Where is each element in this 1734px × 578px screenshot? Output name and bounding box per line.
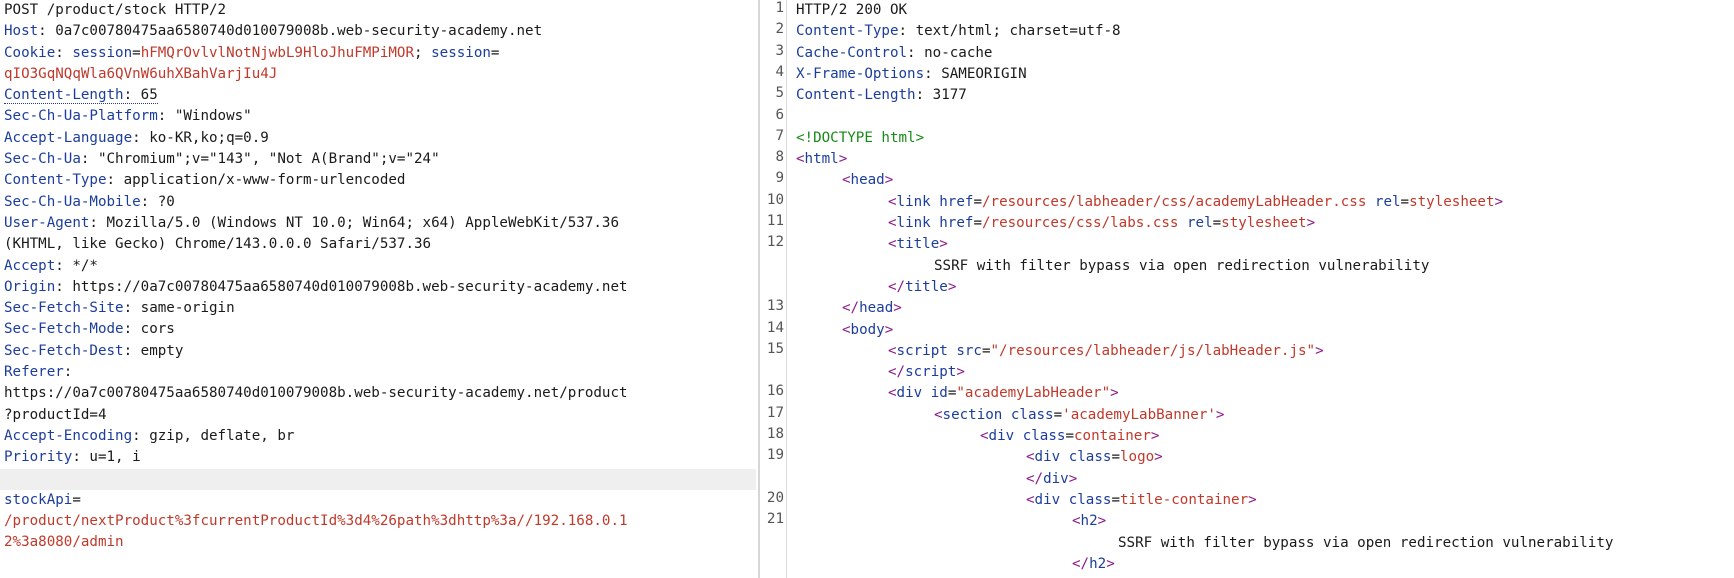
- div-header-line: <div id="academyLabHeader">: [888, 385, 1119, 402]
- header-host: Host: 0a7c00780475aa6580740d010079008b.w…: [4, 23, 543, 40]
- resp-header-x-frame-options: X-Frame-Options: SAMEORIGIN: [796, 65, 1027, 82]
- header-cookie-cont: qIO3GqNQqWla6QVnW6uhXBahVarjIu4J: [4, 65, 278, 82]
- line-number: 19: [766, 447, 784, 464]
- request-editor[interactable]: POST /product/stock HTTP/2 Host: 0a7c007…: [0, 0, 756, 578]
- header-mobile: Sec-Ch-Ua-Mobile: ?0: [4, 193, 175, 210]
- line-number: 3: [775, 42, 784, 59]
- link-line-2: <link href=/resources/css/labs.css rel=s…: [888, 215, 1316, 231]
- title-open-line: <title>: [888, 236, 948, 253]
- head-open-line: <head>: [842, 172, 894, 189]
- line-number: 5: [775, 85, 784, 102]
- header-accept: Accept: */*: [4, 257, 98, 274]
- line-number: 13: [766, 298, 784, 315]
- line-number: 12: [766, 234, 784, 251]
- blank-line-cursor[interactable]: [0, 468, 756, 490]
- line-number: 14: [766, 319, 784, 336]
- header-fetch-dest: Sec-Fetch-Dest: empty: [4, 342, 184, 359]
- header-referer: Referer:: [4, 364, 73, 381]
- line-number: 8: [775, 149, 784, 166]
- header-content-type: Content-Type: application/x-www-form-url…: [4, 172, 406, 189]
- link-line-1: <link href=/resources/labheader/css/acad…: [888, 193, 1504, 210]
- line-number: 11: [766, 213, 784, 229]
- resp-header-content-length: Content-Length: 3177: [796, 87, 967, 104]
- header-priority: Priority: u=1, i: [4, 449, 141, 466]
- header-user-agent-cont: (KHTML, like Gecko) Chrome/143.0.0.0 Saf…: [4, 236, 432, 253]
- header-accept-encoding: Accept-Encoding: gzip, deflate, br: [4, 427, 295, 444]
- resp-header-cache-control: Cache-Control: no-cache: [796, 44, 993, 61]
- status-line: HTTP/2 200 OK: [796, 2, 908, 18]
- body-open-line: <body>: [842, 321, 894, 338]
- header-cookie: Cookie: session=hFMQrOvlvlNotNjwbL9HloJh…: [4, 44, 500, 61]
- h2-text: SSRF with filter bypass via open redirec…: [1118, 534, 1614, 551]
- line-number: 18: [766, 426, 784, 442]
- header-fetch-site: Sec-Fetch-Site: same-origin: [4, 300, 235, 317]
- body-param: stockApi=: [4, 491, 81, 508]
- title-text: SSRF with filter bypass via open redirec…: [934, 257, 1430, 274]
- header-origin: Origin: https://0a7c00780475aa6580740d01…: [4, 278, 628, 295]
- line-number: 9: [775, 170, 784, 187]
- repeater-view: POST /product/stock HTTP/2 Host: 0a7c007…: [0, 0, 1734, 578]
- header-referer-value-cont: ?productId=4: [4, 406, 107, 423]
- header-sec-ch-ua: Sec-Ch-Ua: "Chromium";v="143", "Not A(Br…: [4, 151, 440, 168]
- pane-divider[interactable]: [758, 0, 760, 578]
- title-close-line: </title>: [888, 278, 957, 295]
- h2-close-line: </h2>: [1072, 555, 1115, 572]
- resp-header-content-type: Content-Type: text/html; charset=utf-8: [796, 23, 1121, 40]
- line-number: 6: [775, 106, 784, 123]
- header-accept-language: Accept-Language: ko-KR,ko;q=0.9: [4, 129, 269, 146]
- head-close-line: </head>: [842, 300, 902, 317]
- div-logo-line: <div class=logo>: [1026, 449, 1163, 466]
- h2-open-line: <h2>: [1072, 513, 1107, 530]
- body-value-cont: 2%3a8080/admin: [4, 534, 124, 551]
- div-logo-close-line: </div>: [1026, 470, 1078, 487]
- line-number: 15: [766, 340, 784, 357]
- line-number: 7: [775, 127, 784, 144]
- header-fetch-mode: Sec-Fetch-Mode: cors: [4, 321, 175, 338]
- section-line: <section class='academyLabBanner'>: [934, 406, 1225, 423]
- header-user-agent: User-Agent: Mozilla/5.0 (Windows NT 10.0…: [4, 214, 620, 231]
- line-number: 16: [766, 383, 784, 400]
- line-number: 20: [766, 489, 784, 506]
- line-number: 21: [766, 511, 784, 528]
- line-number: 2: [775, 21, 784, 38]
- script-open-line: <script src="/resources/labheader/js/lab…: [888, 342, 1324, 359]
- doctype-line: <!DOCTYPE html>: [796, 129, 925, 146]
- html-open-line: <html>: [796, 151, 848, 168]
- response-viewer[interactable]: 1 2 3 4 5 6 7 8 9 10 11 12 13 14 15 16 1…: [762, 0, 1734, 578]
- line-number: 1: [775, 0, 784, 16]
- line-number: 10: [766, 191, 784, 208]
- script-close-line: </script>: [888, 364, 965, 381]
- line-number: 4: [775, 63, 784, 80]
- header-platform: Sec-Ch-Ua-Platform: "Windows": [4, 108, 252, 125]
- div-title-container-line: <div class=title-container>: [1026, 491, 1257, 508]
- header-content-length: Content-Length: 65: [4, 87, 158, 105]
- header-referer-value: https://0a7c00780475aa6580740d010079008b…: [4, 385, 628, 402]
- div-container-line: <div class=container>: [980, 428, 1160, 444]
- body-value: /product/nextProduct%3fcurrentProductId%…: [4, 513, 628, 530]
- request-line: POST /product/stock HTTP/2: [4, 2, 227, 18]
- line-number: 17: [766, 404, 784, 421]
